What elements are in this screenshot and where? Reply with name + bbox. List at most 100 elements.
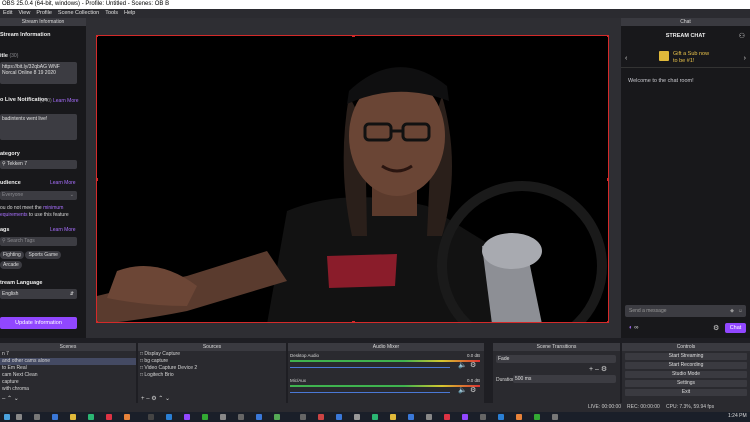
remove-icon[interactable]: – — [595, 366, 599, 373]
chat-input[interactable]: Send a message ◆ ☺ — [625, 305, 746, 317]
resize-handle[interactable] — [607, 178, 608, 181]
resize-handle[interactable] — [607, 321, 608, 322]
gift-sub-banner[interactable]: ‹ Gift a Sub now to be #1! › — [621, 46, 750, 68]
arrow-up-icon[interactable]: ⌃ — [7, 396, 12, 402]
title-input[interactable]: https://bit.ly/32qbAG WNF Norcal Online … — [0, 62, 77, 84]
go-live-learn-more[interactable]: Learn More — [53, 98, 79, 104]
bits-icon[interactable]: ◆ — [730, 305, 734, 317]
app-icon[interactable] — [498, 414, 504, 420]
go-live-input[interactable]: badintentx went live! — [0, 114, 77, 140]
resize-handle[interactable] — [97, 178, 98, 181]
app-icon[interactable] — [462, 414, 468, 420]
app-icon[interactable] — [426, 414, 432, 420]
audience-learn-more[interactable]: Learn More — [50, 180, 76, 186]
channel-points-icon[interactable]: ◐ ∞ — [629, 325, 639, 331]
start-streaming-button[interactable]: Start Streaming — [625, 353, 747, 360]
menu-view[interactable]: View — [15, 9, 33, 18]
menu-help[interactable]: Help — [121, 9, 138, 18]
resize-handle[interactable] — [97, 36, 98, 37]
scene-item[interactable]: cam Next Clean — [0, 372, 136, 379]
app-icon[interactable] — [408, 414, 414, 420]
source-item[interactable]: □ Display Capture — [138, 351, 286, 358]
app-icon[interactable] — [534, 414, 540, 420]
menu-tools[interactable]: Tools — [102, 9, 121, 18]
resize-handle[interactable] — [352, 321, 355, 322]
duration-input[interactable]: 500 ms — [513, 375, 616, 383]
menu-edit[interactable]: Edit — [0, 9, 15, 18]
gear-icon[interactable]: ⚙ — [713, 324, 719, 332]
source-item[interactable]: □ Video Capture Device 2 — [138, 365, 286, 372]
category-input[interactable]: ⚲ Tekken 7 — [0, 160, 77, 169]
volume-slider[interactable] — [290, 367, 450, 368]
scene-item[interactable]: to Em Real — [0, 365, 136, 372]
start-icon[interactable] — [4, 414, 10, 420]
app-icon[interactable] — [300, 414, 306, 420]
resize-handle[interactable] — [607, 36, 608, 37]
tag-chip[interactable]: Fighting — [0, 251, 24, 259]
studio-mode-button[interactable]: Studio Mode — [625, 371, 747, 378]
scene-item[interactable]: and other cams alone — [0, 358, 136, 365]
add-icon[interactable]: + — [589, 366, 593, 373]
app-icon[interactable] — [220, 414, 226, 420]
settings-button[interactable]: Settings — [625, 380, 747, 387]
app-icon[interactable] — [354, 414, 360, 420]
audience-select[interactable]: Everyone ⌄ — [0, 191, 77, 200]
tag-chip[interactable]: Arcade — [0, 261, 22, 269]
transition-select[interactable]: Fade — [496, 355, 616, 363]
gear-icon[interactable]: ⚙ — [601, 366, 607, 373]
obs-icon[interactable] — [148, 414, 154, 420]
task-view-icon[interactable] — [34, 414, 40, 420]
chevron-left-icon[interactable]: ‹ — [625, 55, 627, 62]
app-icon[interactable] — [372, 414, 378, 420]
tags-search-input[interactable]: ⚲ Search Tags — [0, 237, 77, 246]
app-icon[interactable] — [552, 414, 558, 420]
language-select[interactable]: English ⇵ — [0, 289, 77, 299]
app-icon[interactable] — [88, 414, 94, 420]
tag-chip[interactable]: Sports Game — [25, 251, 61, 259]
arrow-down-icon[interactable]: ⌄ — [165, 396, 170, 402]
chevron-right-icon[interactable]: › — [744, 55, 746, 62]
arrow-up-icon[interactable]: ⌃ — [158, 396, 163, 402]
update-information-button[interactable]: Update Information — [0, 317, 77, 329]
app-icon[interactable] — [444, 414, 450, 420]
source-item[interactable]: □ bg capture — [138, 358, 286, 365]
gear-icon[interactable]: ⚙ — [151, 396, 156, 402]
scene-item[interactable]: with chroma — [0, 386, 136, 393]
folder-icon[interactable] — [70, 414, 76, 420]
tags-learn-more[interactable]: Learn More — [50, 227, 76, 233]
exit-button[interactable]: Exit — [625, 389, 747, 396]
add-icon[interactable]: + — [141, 396, 145, 402]
source-item[interactable]: □ Logitech Brio — [138, 372, 286, 379]
app-icon[interactable] — [106, 414, 112, 420]
preview-canvas[interactable] — [96, 35, 609, 323]
menu-scene-collection[interactable]: Scene Collection — [55, 9, 102, 18]
app-icon[interactable] — [238, 414, 244, 420]
gear-icon[interactable]: ⚙ — [470, 361, 476, 369]
speaker-icon[interactable]: 🔈 — [458, 386, 467, 394]
app-icon[interactable] — [202, 414, 208, 420]
search-icon[interactable] — [16, 414, 22, 420]
start-recording-button[interactable]: Start Recording — [625, 362, 747, 369]
speaker-muted-icon[interactable]: 🔈 — [458, 361, 467, 369]
app-icon[interactable] — [124, 414, 130, 420]
remove-icon[interactable]: – — [2, 396, 5, 402]
app-icon[interactable] — [480, 414, 486, 420]
app-icon[interactable] — [166, 414, 172, 420]
resize-handle[interactable] — [352, 36, 355, 37]
scene-item[interactable]: capture — [0, 379, 136, 386]
emote-icon[interactable]: ☺ — [738, 305, 743, 317]
users-icon[interactable]: ⚇ — [739, 32, 745, 40]
gear-icon[interactable]: ⚙ — [470, 386, 476, 394]
app-icon[interactable] — [516, 414, 522, 420]
app-icon[interactable] — [336, 414, 342, 420]
remove-icon[interactable]: – — [146, 396, 149, 402]
app-icon[interactable] — [318, 414, 324, 420]
volume-slider[interactable] — [290, 392, 450, 393]
arrow-down-icon[interactable]: ⌄ — [14, 396, 19, 402]
app-icon[interactable] — [256, 414, 262, 420]
chat-send-button[interactable]: Chat — [725, 323, 746, 333]
app-icon[interactable] — [274, 414, 280, 420]
scene-item[interactable]: n 7 — [0, 351, 136, 358]
resize-handle[interactable] — [97, 321, 98, 322]
menu-profile[interactable]: Profile — [33, 9, 55, 18]
